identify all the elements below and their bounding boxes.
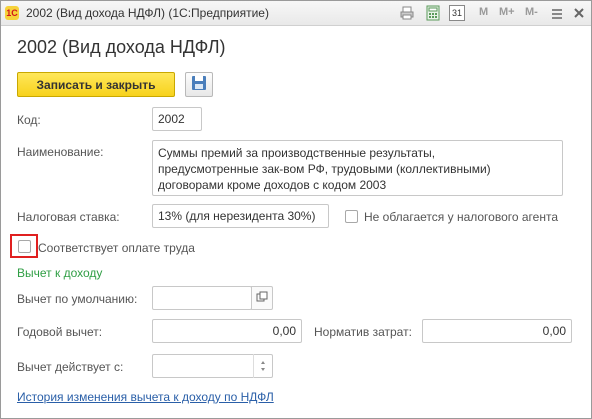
floppy-disk-icon — [192, 76, 206, 90]
memory-add-button[interactable]: M+ — [499, 6, 515, 18]
name-line: Суммы премий за производственные результ… — [158, 146, 436, 160]
deduction-from-label: Вычет действует с: — [17, 360, 124, 374]
labor-pay-checkbox[interactable] — [18, 240, 31, 253]
memory-button[interactable]: M — [479, 6, 488, 18]
open-selection-button[interactable] — [251, 286, 273, 310]
code-label: Код: — [17, 113, 41, 127]
form-window: 1С 2002 (Вид дохода НДФЛ) (1С:Предприяти… — [0, 0, 592, 419]
cost-norm-field[interactable]: 0,00 — [422, 319, 572, 343]
save-and-close-button[interactable]: Записать и закрыть — [17, 72, 175, 97]
date-spinner[interactable] — [253, 354, 273, 378]
spinner-arrows-icon — [261, 361, 265, 371]
name-line: предусмотренные зак-вом РФ, трудовыми (к… — [158, 162, 491, 176]
save-button[interactable] — [185, 72, 213, 97]
cost-norm-label: Норматив затрат: — [314, 325, 412, 339]
calendar-icon[interactable]: 31 — [449, 5, 465, 21]
page-title: 2002 (Вид дохода НДФЛ) — [17, 37, 226, 57]
deduction-section-title: Вычет к доходу — [17, 266, 103, 280]
annual-deduction-field[interactable]: 0,00 — [152, 319, 302, 343]
title-bar: 1С 2002 (Вид дохода НДФЛ) (1С:Предприяти… — [1, 1, 591, 26]
labor-pay-label: Соответствует оплате труда — [38, 241, 195, 255]
tax-rate-field[interactable]: 13% (для нерезидента 30%) — [152, 204, 329, 228]
not-taxed-checkbox[interactable] — [345, 210, 358, 223]
code-field[interactable]: 2002 — [152, 107, 202, 131]
not-taxed-label: Не облагается у налогового агента — [364, 210, 559, 224]
print-icon[interactable] — [399, 5, 415, 21]
annual-deduction-label: Годовой вычет: — [17, 325, 103, 339]
tax-rate-label: Налоговая ставка: — [17, 210, 120, 224]
menu-icon[interactable] — [549, 5, 565, 21]
name-field[interactable]: Суммы премий за производственные результ… — [152, 140, 563, 196]
default-deduction-field[interactable] — [152, 286, 252, 310]
default-deduction-label: Вычет по умолчанию: — [17, 292, 138, 306]
open-icon — [256, 291, 268, 301]
name-label: Наименование: — [17, 145, 104, 159]
deduction-history-link[interactable]: История изменения вычета к доходу по НДФ… — [17, 390, 274, 404]
name-line: договорами кроме доходов с кодом 2003 — [158, 178, 387, 192]
calculator-icon[interactable] — [425, 5, 441, 21]
1c-logo-icon: 1С — [5, 6, 19, 20]
close-icon[interactable] — [571, 5, 587, 21]
window-title: 2002 (Вид дохода НДФЛ) (1С:Предприятие) — [26, 6, 269, 20]
memory-subtract-button[interactable]: M- — [525, 6, 538, 18]
